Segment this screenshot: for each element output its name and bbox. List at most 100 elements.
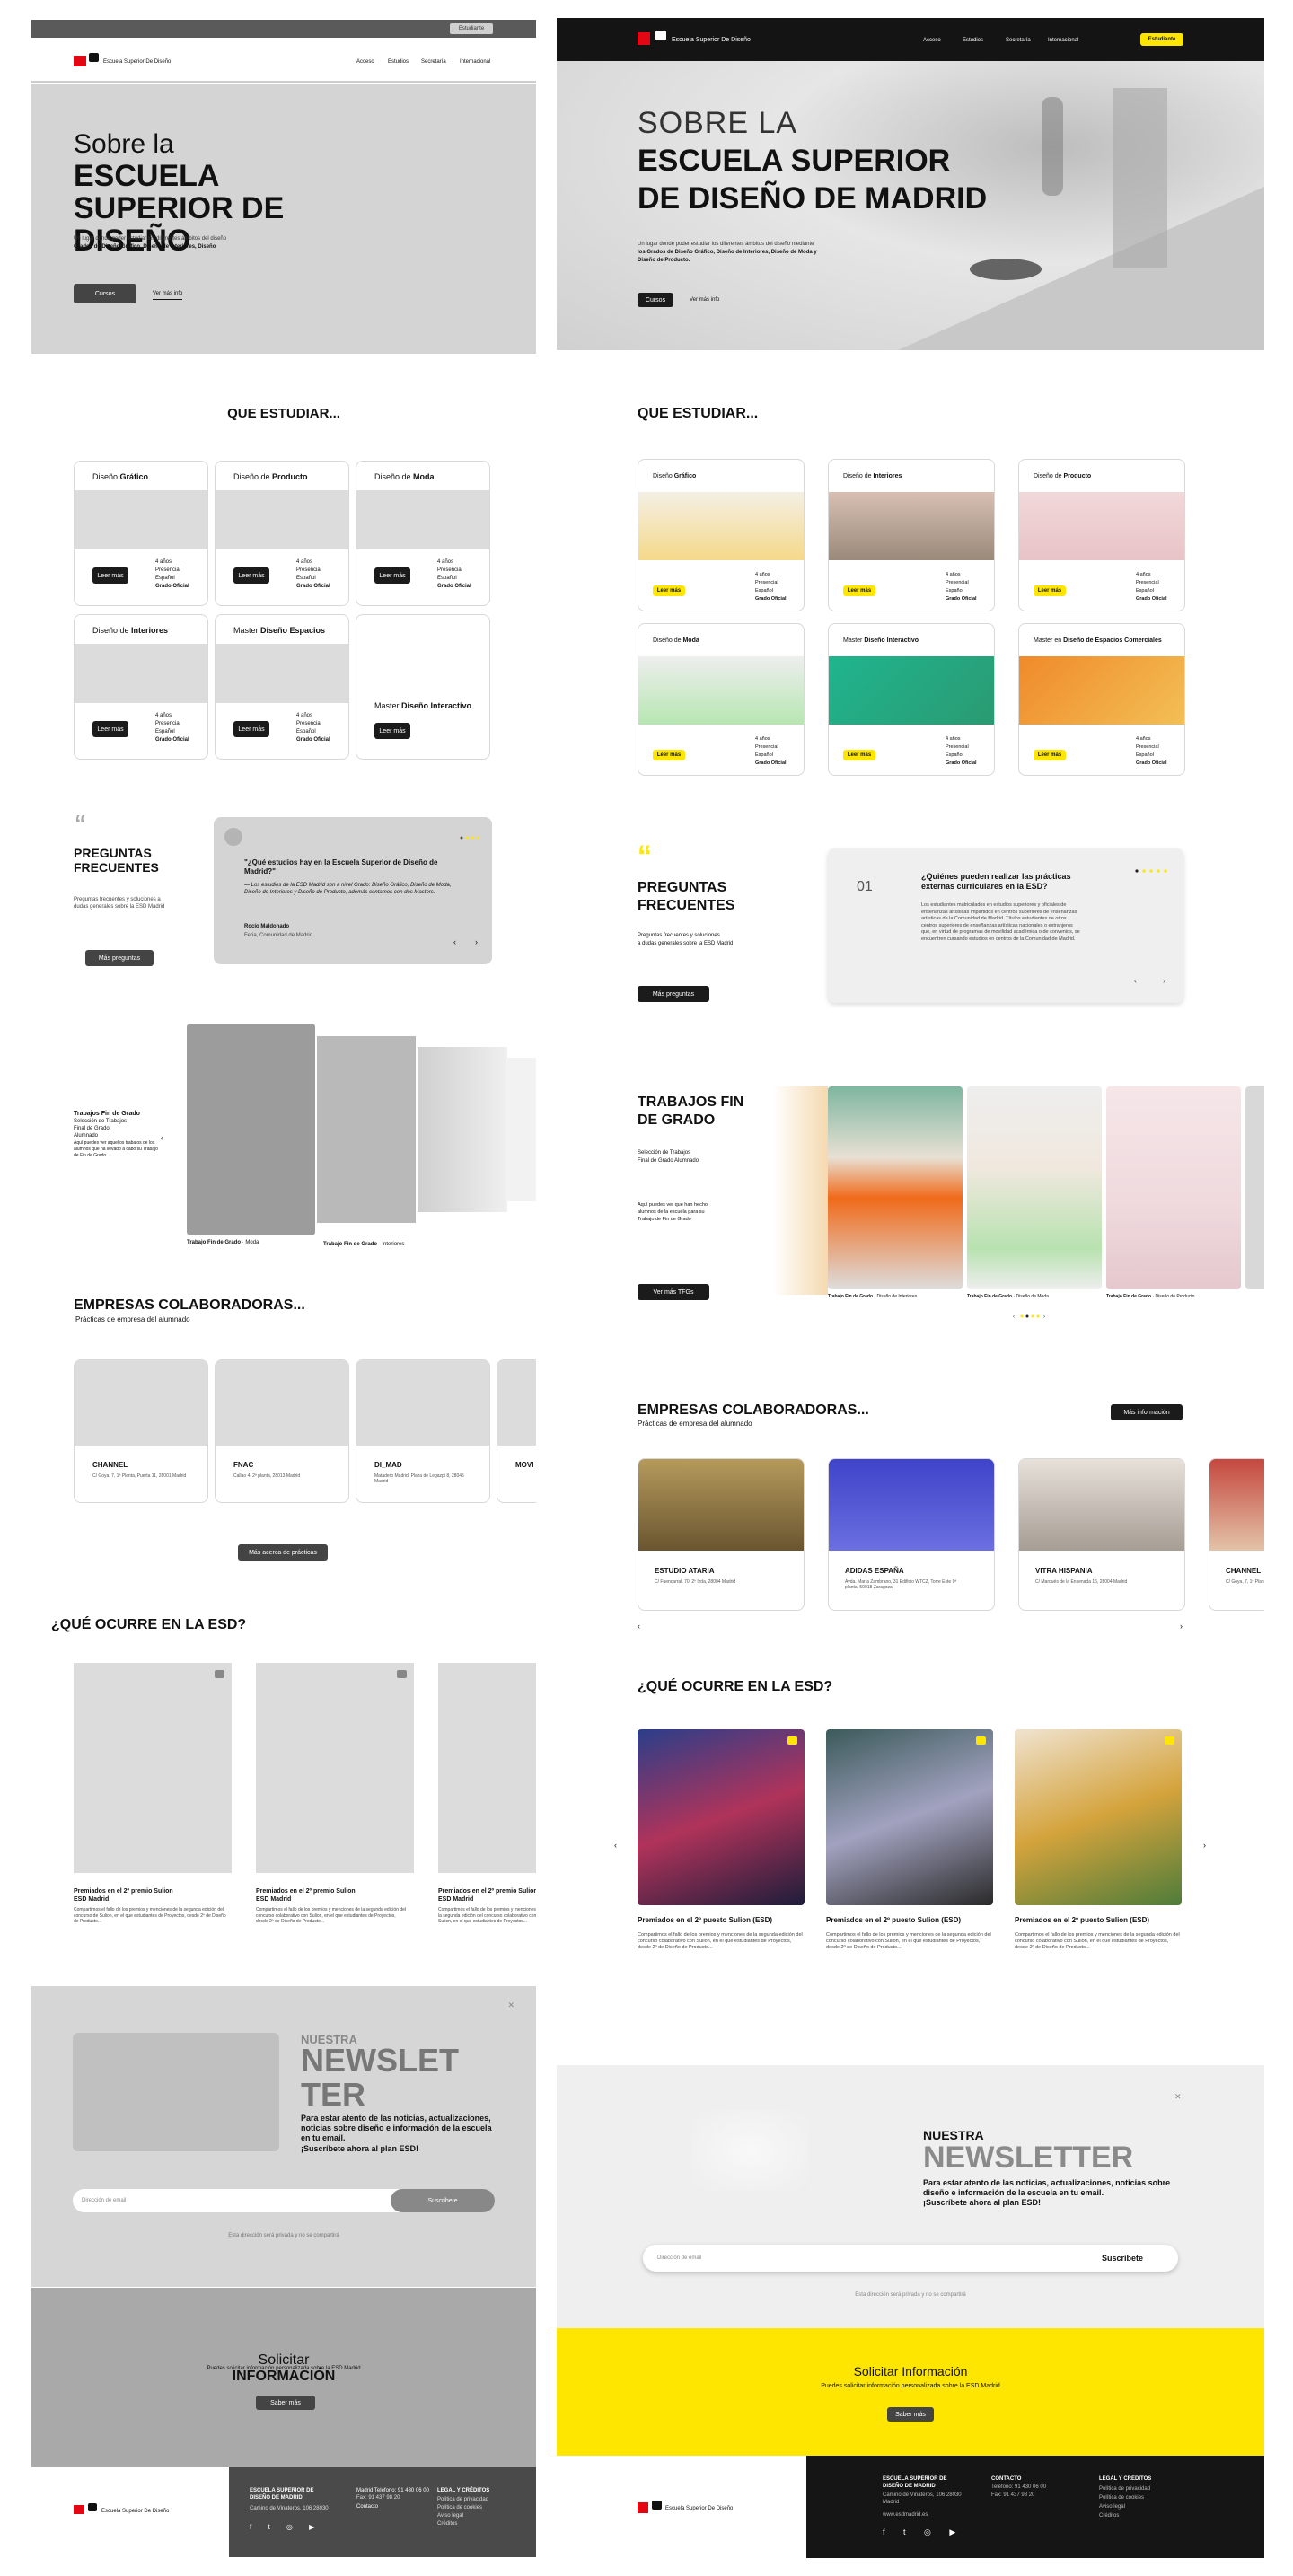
study-card-button[interactable]: Leer más — [233, 567, 269, 584]
wire-tfg-card-1[interactable] — [187, 1024, 315, 1235]
study-card-button[interactable]: Leer más — [374, 723, 410, 739]
tfg-prev-icon[interactable]: ‹ — [161, 1133, 163, 1143]
study-card[interactable]: Diseño de Moda Leer más 4 años Presencial Es… — [356, 461, 490, 606]
wire-tfg-card-3[interactable] — [418, 1047, 507, 1212]
nav-internacional[interactable]: Internacional — [460, 58, 490, 66]
company-card[interactable]: DI_MAD Matadero Madrid, Plaza de Legazpi … — [356, 1359, 490, 1503]
carousel-dots[interactable] — [1135, 861, 1169, 877]
wire-subscribe-button[interactable]: Suscribete — [391, 2189, 495, 2212]
social-icons[interactable]: f t ◎ ▶ — [250, 2523, 321, 2531]
study-card[interactable]: Diseño de Moda Leer más 4 años Presencial Es… — [638, 623, 805, 776]
news-image[interactable] — [438, 1663, 536, 1873]
social-icons[interactable]: f t ◎ ▶ — [883, 2528, 963, 2537]
companies-prev-icon[interactable]: ‹ — [638, 1622, 640, 1631]
next-arrow-icon[interactable]: › — [1163, 976, 1165, 986]
tfg-image-producto[interactable] — [1106, 1086, 1241, 1289]
wire-tfg-card-4[interactable] — [506, 1058, 536, 1201]
study-card-button[interactable]: Leer más — [843, 750, 875, 760]
study-card-button[interactable]: Leer más — [92, 721, 128, 737]
nav-internacional[interactable]: Internacional — [1048, 37, 1078, 44]
company-card[interactable]: ADIDAS ESPAÑA Avda. María Zambrano, 31 Ed… — [828, 1458, 995, 1611]
footer-logo[interactable] — [74, 2505, 84, 2514]
companies-button[interactable]: Más información — [1111, 1404, 1183, 1420]
nav-estudios[interactable]: Estudios — [388, 58, 409, 66]
footer-link[interactable]: Política de privacidad — [437, 2496, 488, 2503]
footer-link[interactable]: Aviso legal — [1099, 2503, 1125, 2510]
study-card[interactable]: Master en Diseño de Espacios Comerciales… — [1018, 623, 1185, 776]
wire-student-pill[interactable]: Estudiante — [450, 23, 493, 34]
news-prev-icon[interactable]: ‹ — [614, 1841, 617, 1851]
news-image[interactable] — [826, 1729, 993, 1905]
footer-web[interactable]: www.esdmadrid.es — [883, 2511, 928, 2519]
brand-logo[interactable] — [638, 32, 650, 45]
news-image[interactable] — [74, 1663, 232, 1873]
next-arrow-icon[interactable]: › — [475, 937, 478, 947]
tfg-image-interiores[interactable] — [828, 1086, 963, 1289]
company-card[interactable]: CHANNEL C/ Goya, 7, 1ª Planta, Puerta 11,… — [74, 1359, 208, 1503]
hero-cta-button[interactable]: Cursos — [74, 284, 136, 303]
study-card[interactable]: Diseño de Interiores Leer más 4 años Presen… — [74, 614, 208, 760]
close-icon[interactable]: ✕ — [507, 2000, 515, 2010]
brand-logo[interactable] — [74, 56, 86, 66]
company-card[interactable]: MOVI — [497, 1359, 536, 1503]
footer-link[interactable]: Créditos — [437, 2520, 457, 2528]
news-next-icon[interactable]: › — [1203, 1841, 1206, 1851]
news-image[interactable] — [1015, 1729, 1182, 1905]
news-image[interactable] — [256, 1663, 414, 1873]
hero-more-link[interactable]: Ver más info — [690, 296, 719, 303]
wire-faq-button[interactable]: Más preguntas — [85, 950, 154, 966]
study-card-button[interactable]: Leer más — [653, 750, 685, 760]
wire-tfg-card-2[interactable] — [317, 1036, 416, 1223]
company-card[interactable]: ESTUDIO ATARIA C/ Fuencarral, 70, 2º Izda… — [638, 1458, 805, 1611]
footer-logo[interactable] — [638, 2502, 648, 2513]
study-card-button[interactable]: Leer más — [653, 585, 685, 596]
nav-secretaria[interactable]: Secretaría — [421, 58, 446, 66]
news-image[interactable] — [638, 1729, 805, 1905]
nav-acceso[interactable]: Acceso — [356, 58, 374, 66]
companies-next-icon[interactable]: › — [1180, 1622, 1183, 1631]
study-card[interactable]: Diseño de Producto Leer más 4 años Presenci… — [215, 461, 349, 606]
tfg-button[interactable]: Ver más TFGs — [638, 1284, 709, 1300]
footer-link[interactable]: Política de cookies — [437, 2504, 482, 2511]
subscribe-button[interactable]: Suscribete — [1067, 2245, 1178, 2272]
nav-secretaria[interactable]: Secretaría — [1006, 37, 1031, 44]
nav-acceso[interactable]: Acceso — [923, 37, 941, 44]
company-card[interactable]: FNAC Callao 4, 2ª planta, 28013 Madrid — [215, 1359, 349, 1503]
study-card-button[interactable]: Leer más — [233, 721, 269, 737]
company-card[interactable]: VITRA HISPANIA C/ Marqués de la Ensenada … — [1018, 1458, 1185, 1611]
nav-estudios[interactable]: Estudios — [963, 37, 983, 44]
study-card-button[interactable]: Leer más — [843, 585, 875, 596]
faq-button[interactable]: Más preguntas — [638, 986, 709, 1002]
study-card-button[interactable]: Leer más — [374, 567, 410, 584]
study-card-button[interactable]: Leer más — [1034, 750, 1066, 760]
carousel-dots[interactable] — [460, 828, 483, 840]
tfg-dots[interactable]: ‹ › — [1013, 1307, 1052, 1323]
study-card[interactable]: Master Diseño Interactivo Leer más — [356, 614, 490, 760]
wire-email-field[interactable]: Dirección de email Suscribete — [73, 2189, 495, 2212]
email-field[interactable]: Dirección de email Suscribete — [643, 2245, 1178, 2272]
footer-link[interactable]: Aviso legal — [437, 2512, 463, 2519]
student-pill[interactable]: Estudiante — [1140, 33, 1183, 46]
footer-link[interactable]: Política de privacidad — [1099, 2485, 1150, 2492]
study-card-button[interactable]: Leer más — [92, 567, 128, 584]
prev-arrow-icon[interactable]: ‹ — [453, 937, 456, 947]
footer-link[interactable]: Créditos — [1099, 2512, 1119, 2519]
study-card[interactable]: Diseño Gráfico Leer más 4 años Presencial Es… — [74, 461, 208, 606]
tfg-image-moda[interactable] — [967, 1086, 1102, 1289]
footer-link[interactable]: Política de cookies — [1099, 2494, 1144, 2501]
info-button[interactable]: Saber más — [887, 2407, 934, 2422]
footer-email[interactable]: Contacto — [356, 2503, 378, 2510]
study-card[interactable]: Master Diseño Espacios Leer más 4 años Pres… — [215, 614, 349, 760]
study-card[interactable]: Master Diseño Interactivo Leer más 4 años P… — [828, 623, 995, 776]
hero-more-link[interactable]: Ver más info — [153, 290, 183, 300]
study-card-button[interactable]: Leer más — [1034, 585, 1066, 596]
tfg-image-next[interactable] — [1245, 1086, 1264, 1289]
wire-companies-button[interactable]: Más acerca de prácticas — [238, 1544, 328, 1561]
info-button[interactable]: Saber más — [256, 2396, 315, 2410]
company-card[interactable]: CHANNEL C/ Goya, 7, 1ª Planta, Puerta 11 — [1209, 1458, 1264, 1611]
prev-arrow-icon[interactable]: ‹ — [1134, 976, 1137, 986]
study-card[interactable]: Diseño Gráfico Leer más 4 años Presencial Es… — [638, 459, 805, 611]
study-card[interactable]: Diseño de Interiores Leer más 4 años Presen… — [828, 459, 995, 611]
study-card[interactable]: Diseño de Producto Leer más 4 años Presenci… — [1018, 459, 1185, 611]
close-icon[interactable]: ✕ — [1174, 2092, 1182, 2102]
